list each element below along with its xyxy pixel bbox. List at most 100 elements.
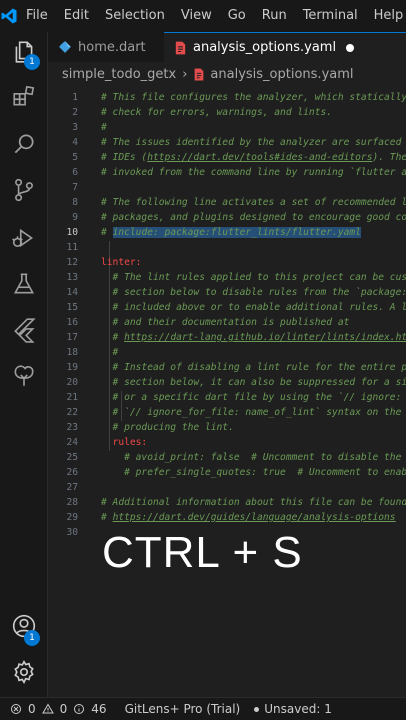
code-line: 11 [48, 240, 406, 255]
unsaved-status[interactable]: Unsaved: 1 [254, 702, 332, 716]
line-number: 20 [66, 377, 78, 388]
bullet-icon [254, 706, 260, 712]
explorer-button[interactable]: 1 [0, 32, 48, 76]
line-number: 19 [66, 362, 78, 373]
line-number: 14 [66, 287, 78, 298]
accounts-button[interactable]: 1 [0, 606, 48, 650]
code-line: 18 # [48, 345, 406, 360]
code-line: 9 # packages, and plugins designed to enc… [48, 210, 406, 225]
code-line: 29 # https://dart.dev/guides/language/ana… [48, 510, 406, 525]
breadcrumb-folder[interactable]: simple_todo_getx [62, 67, 176, 82]
settings-button[interactable] [0, 652, 48, 696]
tab-label: home.dart [78, 39, 146, 55]
code-text: # or a specific dart file by using the `… [101, 390, 406, 405]
line-number: 28 [66, 497, 78, 508]
flutter-icon [11, 317, 37, 347]
extensions-button[interactable] [0, 76, 48, 120]
code-text: # section below, it can also be suppress… [101, 375, 406, 390]
line-number: 21 [66, 392, 78, 403]
line-number: 5 [72, 152, 78, 163]
selected-text: include: package:flutter_lints/flutter.y… [112, 227, 361, 238]
menu-item-edit[interactable]: Edit [56, 0, 97, 32]
code-line: 27 [48, 480, 406, 495]
yaml-key: linter: [101, 257, 142, 268]
comment-text: ). The ana [372, 152, 406, 163]
comment-text: # The issues identified by the analyzer … [101, 137, 406, 148]
code-line: 16 # and their documentation is publishe… [48, 315, 406, 330]
comment-text: # producing the lint. [101, 422, 234, 433]
source-control-icon [11, 177, 37, 207]
line-number: 29 [66, 512, 78, 523]
flutter-button[interactable] [0, 310, 48, 354]
comment-text: # [101, 122, 107, 133]
line-number: 15 [66, 302, 78, 313]
comment-text: # This file configures the analyzer, whi… [101, 92, 406, 103]
code-line: 24 rules: [48, 435, 406, 450]
code-line: 8 # The following line activates a set of… [48, 195, 406, 210]
code-text: # https://dart.dev/guides/language/analy… [101, 510, 396, 525]
comment-text: # check for errors, warnings, and lints. [101, 107, 333, 118]
search-button[interactable] [0, 124, 48, 168]
dart-file-icon [58, 40, 72, 54]
code-text: # include: package:flutter_lints/flutter… [101, 225, 361, 240]
source-control-button[interactable] [0, 170, 48, 214]
code-text: # packages, and plugins designed to enco… [101, 210, 406, 225]
vscode-logo-icon [0, 0, 18, 32]
code-text: # `// ignore_for_file: name_of_lint` syn… [101, 405, 406, 420]
comment-text: # prefer_single_quotes: true # Uncomment… [101, 467, 406, 478]
menu-item-go[interactable]: Go [220, 0, 254, 32]
code-text: # producing the lint. [101, 420, 234, 435]
line-number: 22 [66, 407, 78, 418]
tab-analysis-options[interactable]: analysis_options.yaml [164, 32, 406, 62]
code-line: 7 [48, 180, 406, 195]
code-line: 4 # The issues identified by the analyzer… [48, 135, 406, 150]
comment-link[interactable]: https://dart-lang.github.io/linter/lints… [124, 332, 406, 343]
code-text: # included above or to enable additional… [101, 300, 406, 315]
comment-text: # IDEs ( [101, 152, 148, 163]
chevron-right-icon: › [182, 66, 188, 82]
line-number: 24 [66, 437, 78, 448]
run-debug-icon [11, 225, 37, 255]
error-icon [10, 703, 25, 715]
gear-icon [11, 659, 37, 689]
line-number: 7 [72, 182, 78, 193]
code-line: 28 # Additional information about this fi… [48, 495, 406, 510]
comment-text: # section below to disable rules from th… [101, 287, 406, 298]
comment-text: # invoked from the command line by runni… [101, 167, 406, 178]
code-text: rules: [101, 435, 148, 450]
run-debug-button[interactable] [0, 218, 48, 262]
status-bar: 0 0 46 GitLens+ Pro (Trial) Unsaved: 1 [0, 697, 406, 720]
gitlens-status[interactable]: GitLens+ Pro (Trial) [125, 702, 241, 716]
breadcrumb-file[interactable]: analysis_options.yaml [210, 67, 353, 82]
comment-text: # The following line activates a set of … [101, 197, 406, 208]
menu-item-view[interactable]: View [173, 0, 220, 32]
comment-text: # [101, 347, 119, 358]
comment-link[interactable]: https://dart.dev/guides/language/analysi… [113, 512, 396, 523]
menu-item-help[interactable]: Help [366, 0, 406, 32]
testing-button[interactable] [0, 264, 48, 308]
code-text: linter: [101, 255, 141, 270]
comment-link[interactable]: https://dart.dev/tools#ides-and-editors [147, 152, 372, 163]
problems-status[interactable]: 0 0 46 [10, 702, 107, 716]
menu-item-terminal[interactable]: Terminal [295, 0, 366, 32]
explorer-badge: 1 [24, 54, 40, 70]
unsaved-dot-icon[interactable] [346, 43, 355, 52]
line-number: 30 [66, 527, 78, 538]
comment-text: # packages, and plugins designed to enco… [101, 212, 406, 223]
comment-text: # avoid_print: false # Uncomment to disa… [101, 452, 406, 463]
activity-bar: 1 1 [0, 32, 48, 697]
menu-item-file[interactable]: File [18, 0, 56, 32]
menu-item-selection[interactable]: Selection [97, 0, 173, 32]
line-number: 18 [66, 347, 78, 358]
line-number: 23 [66, 422, 78, 433]
line-number: 17 [66, 332, 78, 343]
comment-text: # [101, 332, 125, 343]
code-text: # [101, 345, 119, 360]
tab-home-dart[interactable]: home.dart [48, 32, 164, 62]
code-editor[interactable]: 1 # This file configures the analyzer, wh… [48, 86, 406, 697]
keyboard-shortcut-caption: CTRL + S [102, 528, 303, 577]
gitlens-button[interactable] [0, 356, 48, 400]
menu-item-run[interactable]: Run [254, 0, 295, 32]
warning-icon [41, 703, 57, 715]
warning-count: 0 [59, 702, 68, 716]
